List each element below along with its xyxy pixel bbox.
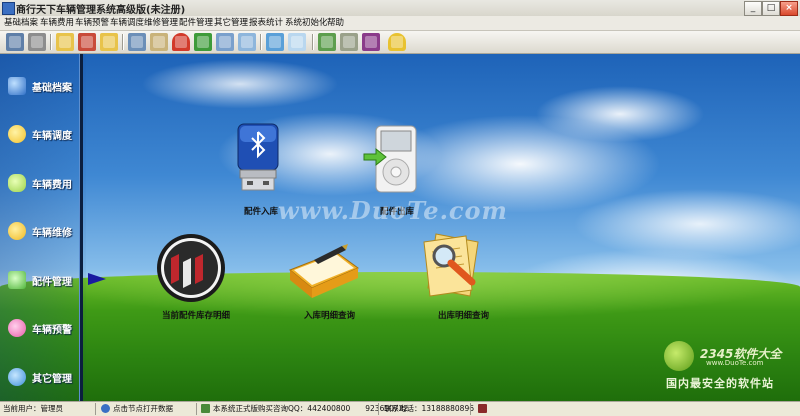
active-item-arrow-icon [88,273,106,285]
minimize-button[interactable]: _ [744,1,762,16]
sidebar-item-vehicle-dispatch[interactable]: 车辆调度 [4,123,79,145]
parts-inbound-label[interactable]: 配件入库 [244,205,278,217]
sidebar-divider [79,54,83,401]
usb-drive-icon [237,123,279,191]
corner-watermark: 2345软件大全 www.DuoTe.com 国内最安全的软件站 [660,341,795,391]
status-separator [470,403,471,415]
sidebar-item-parts-management[interactable]: 配件管理 [4,269,79,291]
status-hint: 点击节点打开数据 [113,404,173,413]
corner-watermark-url: www.DuoTe.com [706,359,764,367]
app-icon [2,2,15,15]
sidebar-item-label: 车辆维修 [32,228,72,239]
menu-basic-archive[interactable]: 基础档案 [4,16,38,30]
running-man-icon[interactable] [388,33,406,51]
magnifier-doc-icon[interactable] [216,33,234,51]
outbound-query-label[interactable]: 出库明细查询 [438,309,489,321]
car-icon [8,174,26,192]
status-separator [378,403,379,415]
status-current-user: 当前用户：管理员 [3,404,63,413]
monitor-icon[interactable] [6,33,24,51]
title-bar: 商行天下车辆管理系统高级版(未注册) _ □ × [0,0,800,17]
toolbar [0,31,800,54]
folder-icon[interactable] [100,33,118,51]
outbound-query-module[interactable] [418,230,490,302]
menu-parts[interactable]: 配件管理 [179,16,213,30]
parts-inbound-module[interactable] [230,122,286,202]
buick-logo-icon [157,234,225,302]
globe-icon [8,368,26,386]
printer-icon[interactable] [28,33,46,51]
menu-vehicle-cost[interactable]: 车辆费用 [40,16,74,30]
sidebar-item-other-management[interactable]: 其它管理 [4,366,79,388]
status-phone: 联系电话：13188880896 [384,404,474,413]
mascot-logo-icon [664,341,694,371]
menu-maintenance[interactable]: 维修管理 [144,16,178,30]
status-separator [95,403,96,415]
flower-icon [8,319,26,337]
notebook-icon[interactable] [128,33,146,51]
sidebar-item-vehicle-cost[interactable]: 车辆费用 [4,172,79,194]
sidebar: 基础档案 车辆调度 车辆费用 车辆维修 配件管理 车辆预警 其它管理 [0,54,86,401]
sidebar-item-vehicle-alert[interactable]: 车辆预警 [4,317,79,339]
parts-stock-detail-label[interactable]: 当前配件库存明细 [162,309,230,321]
picture-icon[interactable] [318,33,336,51]
computer-icon [201,404,210,413]
inbound-query-label[interactable]: 入库明细查询 [304,309,355,321]
corner-watermark-slogan: 国内最安全的软件站 [666,377,774,390]
info-icon [101,404,110,413]
broom-icon[interactable] [238,33,256,51]
paper-icon[interactable] [288,33,306,51]
folder-icon [8,271,26,289]
toolbar-separator [260,34,262,50]
umbrella-icon[interactable] [172,33,190,51]
sidebar-item-label: 车辆费用 [32,180,72,191]
pencil-doc-icon[interactable] [150,33,168,51]
window-title: 商行天下车辆管理系统高级版(未注册) [16,5,186,16]
parts-stock-detail-module[interactable] [155,232,227,304]
folder-icon[interactable] [56,33,74,51]
toolbar-separator [122,34,124,50]
maximize-button[interactable]: □ [762,1,780,16]
center-watermark: www.DuoTe.com [278,196,508,225]
menu-vehicle-alert[interactable]: 车辆预警 [75,16,109,30]
book-icon[interactable] [362,33,380,51]
status-bar: 当前用户：管理员 点击节点打开数据 本系统正式版购买咨询QQ：442400800… [0,401,800,416]
green-book-icon[interactable] [194,33,212,51]
toolbar-separator [312,34,314,50]
sidebar-item-label: 车辆预警 [32,325,72,336]
sidebar-item-basic-archive[interactable]: 基础档案 [4,75,79,97]
menu-reports[interactable]: 报表统计 [249,16,283,30]
main-area: 基础档案 车辆调度 车辆费用 车辆维修 配件管理 车辆预警 其它管理 配件入库 … [0,54,800,401]
ipod-icon [363,125,417,193]
toolbar-separator [50,34,52,50]
menu-vehicle-dispatch[interactable]: 车辆调度 [110,16,144,30]
sidebar-item-label: 基础档案 [32,83,72,94]
menu-system-init[interactable]: 系统初始化 [285,16,328,30]
flower-icon [8,125,26,143]
notebook-pen-icon [289,244,360,298]
sidebar-item-label: 配件管理 [32,277,72,288]
menu-other[interactable]: 其它管理 [214,16,248,30]
status-app-icon [478,404,487,413]
sidebar-item-label: 其它管理 [32,374,72,385]
sidebar-item-vehicle-repair[interactable]: 车辆维修 [4,220,79,242]
close-button[interactable]: × [780,1,798,16]
menu-bar: 基础档案 车辆费用 车辆预警 车辆调度 维修管理 配件管理 其它管理 报表统计 … [0,16,800,31]
sidebar-item-label: 车辆调度 [32,131,72,142]
marker-icon[interactable] [266,33,284,51]
inbound-query-module[interactable] [284,242,362,304]
status-separator [196,403,197,415]
menu-help[interactable]: 帮助 [327,16,344,30]
flower-icon [8,222,26,240]
parts-outbound-module[interactable] [362,124,422,204]
calculator-icon[interactable] [340,33,358,51]
folder-icon [8,77,26,95]
search-documents-icon [423,233,479,297]
color-folder-icon[interactable] [78,33,96,51]
